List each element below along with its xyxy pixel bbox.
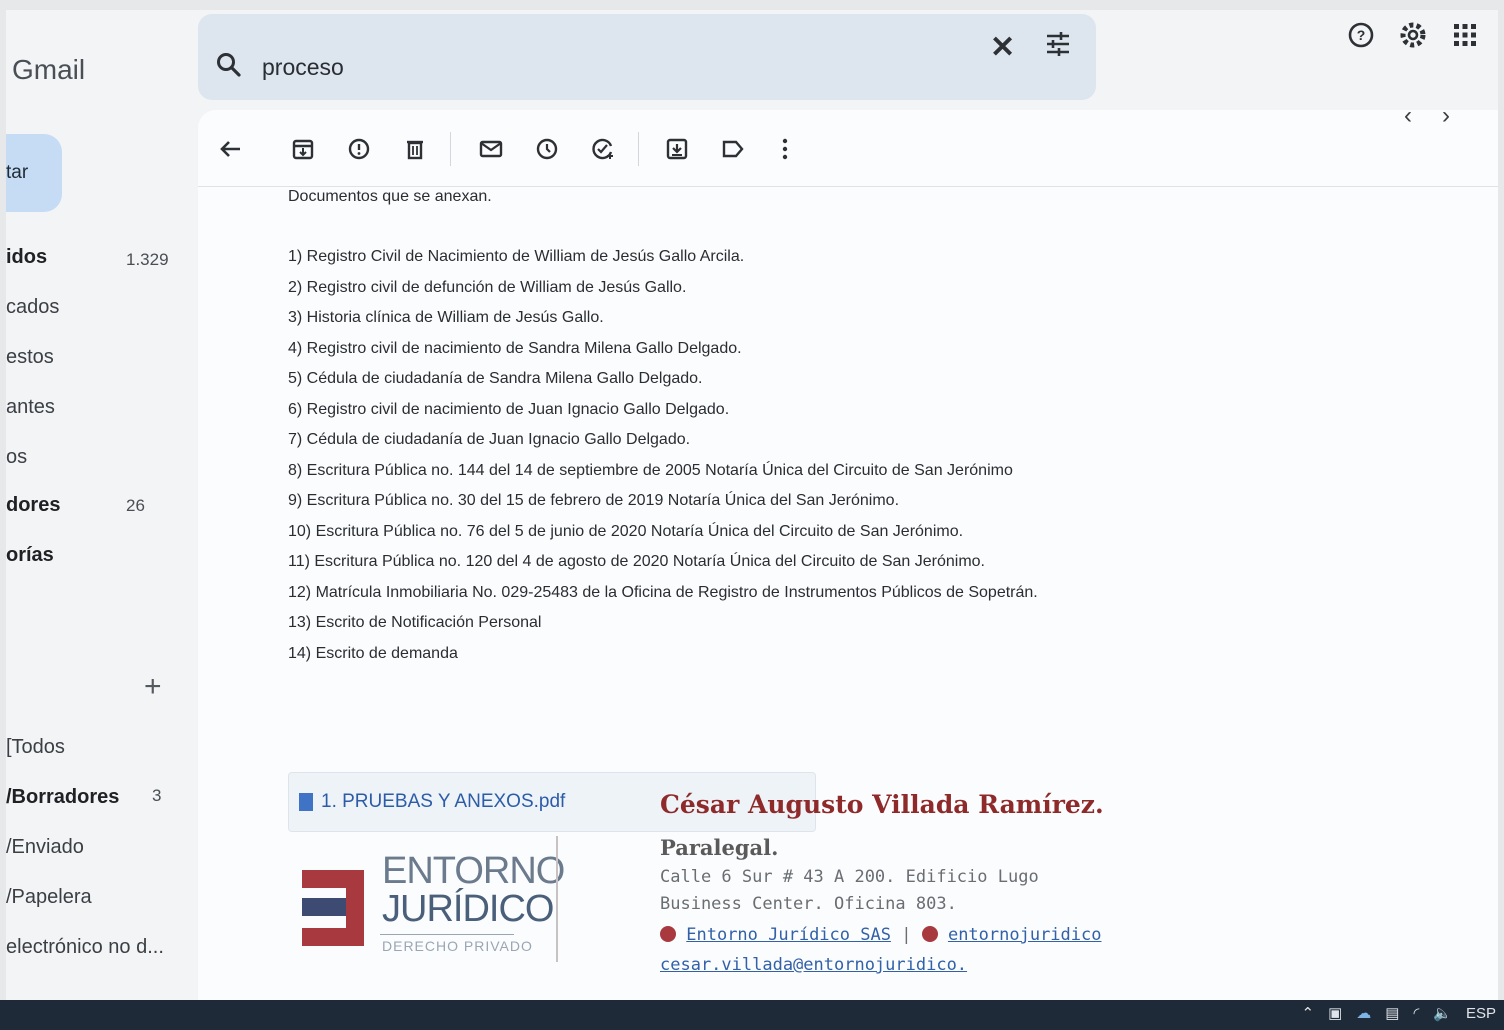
sidebar-label-enviado[interactable]: /Enviado	[6, 836, 84, 859]
entorno-juridico-logo: ENTORNO JURÍDICO DERECHO PRIVADO	[302, 850, 565, 970]
compose-label: tar	[6, 162, 29, 183]
sidebar-label-papelera[interactable]: /Papelera	[6, 886, 92, 909]
list-item: 13) Escrito de Notificación Personal	[288, 614, 542, 631]
delete-icon[interactable]	[402, 136, 428, 162]
volume-icon[interactable]: 🔈	[1433, 1004, 1452, 1022]
sidebar-count-drafts: 26	[126, 496, 145, 515]
gmail-window: Gmail proceso ✕ ? tar idos 1.329 cados e…	[6, 10, 1498, 1020]
signature-name: César Augusto Villada Ramírez.	[660, 790, 1104, 819]
search-icon[interactable]	[216, 52, 242, 78]
list-item: 2) Registro civil de defunción de Willia…	[288, 278, 687, 296]
facebook-icon	[660, 926, 676, 942]
search-options-icon[interactable]	[1044, 30, 1072, 58]
list-item: 7) Cédula de ciudadanía de Juan Ignacio …	[288, 431, 691, 448]
list-item: 1) Registro Civil de Nacimiento de Willi…	[288, 248, 745, 265]
settings-gear-icon[interactable]	[1398, 20, 1428, 50]
list-item: 3) Historia clínica de William de Jesús …	[288, 309, 604, 326]
move-to-icon[interactable]	[664, 136, 690, 162]
label-tag-icon[interactable]	[720, 136, 746, 162]
message-body: Documentos que se anexan. 1) Registro Ci…	[288, 188, 1188, 669]
signature-role: Paralegal.	[660, 835, 779, 860]
link-separator: |	[901, 925, 912, 945]
svg-text:?: ?	[1357, 27, 1366, 43]
compose-button[interactable]: tar	[6, 134, 62, 212]
app-brand[interactable]: Gmail	[12, 54, 85, 86]
signature-links: Entorno Jurídico SAS | entornojuridico c…	[660, 920, 1104, 980]
more-options-icon[interactable]	[772, 136, 798, 162]
document-list: 1) Registro Civil de Nacimiento de Willi…	[288, 242, 1188, 669]
list-item: 4) Registro civil de nacimiento de Sandr…	[288, 339, 742, 357]
sidebar-item-categories[interactable]: orías	[6, 544, 54, 567]
back-arrow-icon[interactable]	[218, 136, 244, 162]
list-item: 8) Escritura Pública no. 144 del 14 de s…	[288, 461, 1013, 479]
sidebar-label-borradores[interactable]: /Borradores	[6, 786, 119, 809]
prev-chevron-icon[interactable]: ‹	[1404, 102, 1412, 130]
logo-tagline: DERECHO PRIVADO	[382, 938, 533, 954]
archive-icon[interactable]	[290, 136, 316, 162]
mark-unread-icon[interactable]	[478, 136, 504, 162]
list-item: 11) Escritura Pública no. 120 del 4 de a…	[288, 553, 985, 570]
sidebar-count-inbox: 1.329	[126, 250, 169, 269]
report-spam-icon[interactable]	[346, 136, 372, 162]
instagram-link[interactable]: entornojuridico	[948, 925, 1102, 945]
search-input[interactable]: proceso	[262, 54, 344, 81]
top-right-icons: ?	[1346, 20, 1480, 50]
sidebar-item-sent[interactable]: os	[6, 446, 27, 469]
language-indicator[interactable]: ESP	[1466, 1005, 1496, 1022]
add-label-icon[interactable]: +	[144, 670, 162, 704]
network-icon[interactable]: ▤	[1385, 1004, 1399, 1022]
email-link[interactable]: cesar.villada@entornojuridico.	[660, 955, 967, 975]
sidebar-item-snoozed[interactable]: estos	[6, 346, 54, 369]
pager: ‹ ›	[1404, 102, 1450, 130]
apps-grid-icon[interactable]	[1450, 20, 1480, 50]
message-intro: Documentos que se anexan.	[288, 188, 492, 205]
sidebar-item-inbox[interactable]: idos	[6, 246, 47, 269]
sidebar-item-drafts[interactable]: dores	[6, 494, 60, 517]
logo-text-line1: ENTORNO	[382, 850, 565, 892]
toolbar-divider	[638, 132, 639, 166]
list-item: 6) Registro civil de nacimiento de Juan …	[288, 400, 730, 418]
signature-address: Calle 6 Sur # 43 A 200. Edificio Lugo Bu…	[660, 867, 1039, 914]
system-tray: ⌃ ▣ ☁ ▤ ◜ 🔈 ESP	[1302, 1004, 1496, 1023]
message-view: ‹ › Documentos que se anexan. 1) Registr…	[198, 102, 1498, 1020]
message-toolbar: ‹ ›	[198, 102, 1498, 187]
list-item: 5) Cédula de ciudadanía de Sandra Milena…	[288, 370, 703, 387]
cloud-icon[interactable]: ☁	[1356, 1004, 1371, 1022]
help-icon[interactable]: ?	[1346, 20, 1376, 50]
search-bar[interactable]: proceso ✕	[198, 14, 1096, 100]
attachment-filename[interactable]: 1. PRUEBAS Y ANEXOS.pdf	[321, 791, 565, 813]
instagram-icon	[921, 926, 938, 942]
logo-text-line2: JURÍDICO	[382, 888, 554, 930]
list-item: 14) Escrito de demanda	[288, 644, 458, 662]
add-task-icon[interactable]	[590, 136, 616, 162]
device-icon[interactable]: ▣	[1328, 1004, 1342, 1022]
clear-search-icon[interactable]: ✕	[990, 30, 1015, 65]
wifi-icon[interactable]: ◜	[1413, 1004, 1419, 1022]
windows-taskbar: ⌃ ▣ ☁ ▤ ◜ 🔈 ESP	[0, 1000, 1504, 1030]
list-item: 10) Escritura Pública no. 76 del 5 de ju…	[288, 522, 964, 540]
sidebar-item-important[interactable]: antes	[6, 396, 55, 419]
snooze-clock-icon[interactable]	[534, 136, 560, 162]
sidebar-label-spam[interactable]: electrónico no d...	[6, 936, 164, 959]
sidebar-item-starred[interactable]: cados	[6, 296, 59, 319]
list-item: 12) Matrícula Inmobiliaria No. 029-25483…	[288, 583, 1038, 601]
file-icon	[299, 793, 313, 811]
logo-underline	[380, 934, 514, 935]
email-signature: César Augusto Villada Ramírez. Paralegal…	[660, 790, 1104, 980]
next-chevron-icon[interactable]: ›	[1442, 102, 1450, 130]
list-item: 9) Escritura Pública no. 30 del 15 de fe…	[288, 492, 900, 509]
facebook-link[interactable]: Entorno Jurídico SAS	[686, 925, 891, 945]
sidebar-label-todos[interactable]: [Todos	[6, 736, 65, 759]
chevron-up-icon[interactable]: ⌃	[1302, 1004, 1315, 1022]
signature-divider	[556, 836, 558, 962]
toolbar-divider	[450, 132, 451, 166]
sidebar-count-borradores: 3	[152, 786, 162, 805]
